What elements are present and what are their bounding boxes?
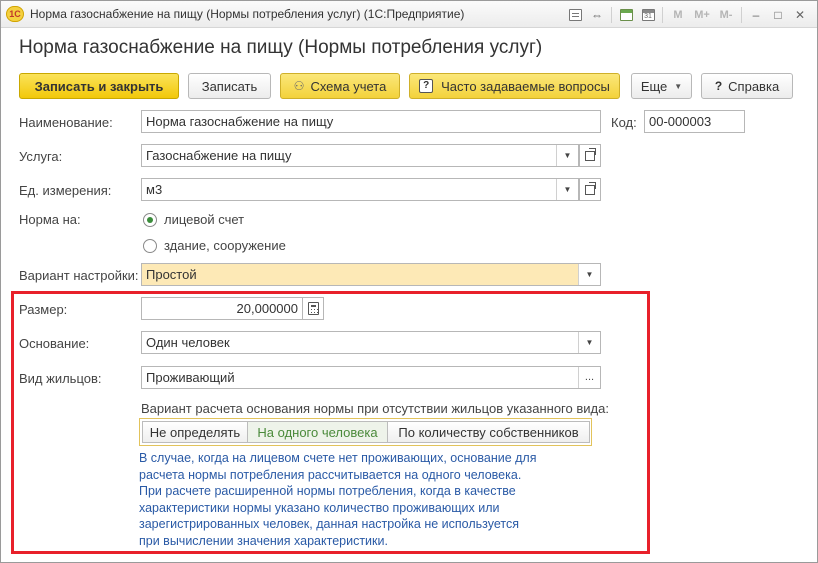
radio-building-label: здание, сооружение [164, 238, 286, 253]
unit-open-button[interactable] [579, 178, 601, 201]
calc-option-group: Не определять На одного человека По коли… [139, 418, 592, 446]
radio-personal-account-label: лицевой счет [164, 212, 245, 227]
chevron-down-icon[interactable]: ▼ [578, 332, 600, 353]
help-icon: ? [714, 79, 723, 93]
service-value: Газоснабжение на пищу [146, 148, 292, 163]
variant-value: Простой [146, 267, 197, 282]
option-by-owners[interactable]: По количеству собственников [387, 421, 590, 443]
save-button[interactable]: Записать [188, 73, 271, 99]
accounting-scheme-label: Схема учета [310, 78, 387, 94]
basis-select[interactable]: Один человек ▼ [141, 331, 601, 354]
chevron-down-icon: ▼ [674, 81, 683, 91]
note-line: зарегистрированных человек, данная настр… [139, 517, 519, 531]
variant-select[interactable]: Простой ▼ [141, 263, 601, 286]
note-line: характеристики нормы указано количество … [139, 500, 500, 515]
basis-label: Основание: [19, 336, 90, 351]
basis-value: Один человек [146, 335, 230, 350]
info-note: В случае, когда на лицевом счете нет про… [139, 450, 579, 549]
more-label: Еще [640, 78, 668, 94]
radio-personal-account[interactable]: лицевой счет [143, 212, 244, 227]
accounting-scheme-button[interactable]: ⚇ Схема учета [280, 73, 400, 99]
code-input[interactable]: 00-000003 [644, 110, 745, 133]
unit-label: Ед. измерения: [19, 183, 112, 198]
link-icon[interactable]: ⇔ [586, 6, 608, 24]
radio-building[interactable]: здание, сооружение [143, 238, 286, 253]
more-button[interactable]: Еще ▼ [631, 73, 692, 99]
service-label: Услуга: [19, 149, 63, 164]
maximize-button[interactable]: □ [767, 6, 789, 24]
option-not-defined[interactable]: Не определять [142, 421, 248, 443]
radio-checked-icon[interactable] [143, 212, 157, 227]
size-input[interactable]: 20,000000 [141, 297, 303, 320]
toolbar-divider [741, 7, 742, 23]
unit-value: м3 [146, 182, 163, 197]
unit-select[interactable]: м3 ▼ [141, 178, 579, 201]
toolbar-divider [611, 7, 612, 23]
toolbar-divider [662, 7, 663, 23]
calc-option-caption: Вариант расчета основания нормы при отсу… [141, 401, 609, 416]
save-label: Записать [201, 78, 258, 94]
faq-label: Часто задаваемые вопросы [441, 78, 610, 94]
open-form-icon [585, 147, 596, 161]
size-label: Размер: [19, 302, 68, 317]
calculator-button[interactable] [302, 297, 324, 320]
service-select[interactable]: Газоснабжение на пищу ▼ [141, 144, 579, 167]
name-label: Наименование: [19, 115, 113, 130]
note-line: при вычислении значения характеристики. [139, 533, 388, 548]
norm-for-label: Норма на: [19, 212, 81, 227]
note-line: расчета нормы потребления рассчитывается… [139, 467, 522, 482]
save-and-close-label: Записать и закрыть [34, 78, 164, 94]
note-line: В случае, когда на лицевом счете нет про… [139, 451, 537, 465]
save-and-close-button[interactable]: Записать и закрыть [19, 73, 179, 99]
service-open-button[interactable] [579, 144, 601, 167]
window-title: Норма газоснабжение на пищу (Нормы потре… [30, 7, 465, 21]
residents-value: Проживающий [146, 370, 235, 385]
app-logo-icon[interactable]: 1С [6, 6, 24, 22]
help-button[interactable]: ? Справка [701, 73, 793, 99]
code-label: Код: [611, 115, 637, 130]
title-bar-tools: ⇔ 31 M M+ M- – □ ✕ [564, 5, 811, 25]
option-per-person[interactable]: На одного человека [247, 421, 388, 443]
memory-m-button[interactable]: M [666, 6, 690, 24]
chevron-down-icon[interactable]: ▼ [556, 145, 578, 166]
name-input[interactable]: Норма газоснабжение на пищу [141, 110, 601, 133]
memory-plus-button[interactable]: M+ [690, 6, 714, 24]
ellipsis-icon[interactable]: ... [578, 367, 600, 388]
residents-select[interactable]: Проживающий ... [141, 366, 601, 389]
close-button[interactable]: ✕ [789, 6, 811, 24]
calculator-icon [307, 302, 319, 315]
chevron-down-icon[interactable]: ▼ [556, 179, 578, 200]
variant-label: Вариант настройки: [19, 268, 139, 283]
open-form-icon [585, 181, 596, 195]
radio-unchecked-icon[interactable] [143, 238, 157, 253]
title-bar: 1С Норма газоснабжение на пищу (Нормы по… [1, 1, 817, 28]
calendar-icon[interactable] [615, 6, 637, 24]
calendar-31-icon[interactable]: 31 [637, 6, 659, 24]
app-window: 1С Норма газоснабжение на пищу (Нормы по… [0, 0, 818, 563]
help-label: Справка [728, 78, 780, 94]
minimize-button[interactable]: – [745, 6, 767, 24]
hierarchy-icon: ⚇ [293, 79, 305, 93]
memory-minus-button[interactable]: M- [714, 6, 738, 24]
page-title: Норма газоснабжение на пищу (Нормы потре… [19, 37, 543, 58]
note-line: При расчете расширенной нормы потреблени… [139, 484, 516, 498]
residents-label: Вид жильцов: [19, 371, 102, 386]
chevron-down-icon[interactable]: ▼ [578, 264, 600, 285]
question-icon: ? [419, 79, 434, 93]
faq-button[interactable]: ? Часто задаваемые вопросы [409, 73, 620, 99]
print-icon[interactable] [564, 6, 586, 24]
